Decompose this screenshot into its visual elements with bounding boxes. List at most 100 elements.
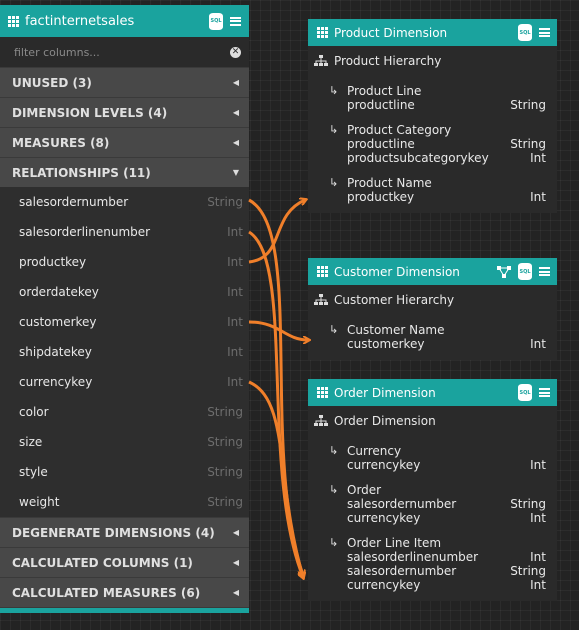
attribute-name: salesordernumber [347, 564, 457, 578]
level-item[interactable]: Order Line Item salesorderlinenumberInt … [308, 528, 557, 601]
level-attribute: customerkey Int [329, 337, 546, 351]
sql-icon[interactable]: SQL [209, 12, 223, 30]
attribute-name: salesordernumber [347, 497, 457, 511]
hierarchy-icon [314, 415, 328, 426]
fact-table-title: factinternetsales [25, 13, 135, 29]
field-row[interactable]: currencykey Int [0, 367, 249, 397]
table-icon [317, 27, 328, 38]
level-attribute: salesorderlinenumber Int [329, 550, 546, 564]
sql-icon[interactable]: SQL [518, 24, 532, 41]
dimension-title: Customer Dimension [334, 264, 460, 279]
attribute-type: Int [530, 151, 546, 165]
attribute-name: productsubcategorykey [347, 151, 489, 165]
fact-table-footer-bar [0, 608, 249, 613]
attribute-type: String [510, 137, 546, 151]
hierarchy-name: Product Hierarchy [334, 54, 442, 68]
field-type: Int [227, 375, 243, 389]
caret-left-icon: ◀ [232, 108, 239, 117]
hierarchy-row[interactable]: Product Hierarchy [308, 46, 557, 76]
field-name: productkey [19, 255, 87, 269]
level-item[interactable]: Product Name productkey Int [308, 168, 557, 213]
link-salesorderlinenumber-to-order-dimension [248, 230, 303, 577]
field-type: String [207, 495, 243, 509]
table-icon [317, 266, 328, 277]
field-name: currencykey [19, 375, 93, 389]
level-item[interactable]: Currency currencykey Int [308, 436, 557, 475]
caret-left-icon: ◀ [232, 78, 239, 87]
customer-dimension-header[interactable]: Customer Dimension SQL [308, 258, 557, 285]
section-dimension-levels[interactable]: DIMENSION LEVELS (4) ◀ [0, 97, 249, 127]
field-type: String [207, 405, 243, 419]
section-relationships[interactable]: RELATIONSHIPS (11) ▼ [0, 157, 249, 187]
attribute-name: productkey [347, 190, 415, 204]
section-label: DIMENSION LEVELS (4) [12, 105, 168, 120]
caret-down-icon: ▼ [232, 168, 239, 177]
level-attribute: productline String [329, 98, 546, 112]
section-measures[interactable]: MEASURES (8) ◀ [0, 127, 249, 157]
caret-left-icon: ◀ [232, 558, 239, 567]
level-attribute: currencykey Int [329, 458, 546, 472]
level-item[interactable]: Customer Name customerkey Int [308, 315, 557, 360]
level-attribute: salesordernumber String [329, 497, 546, 511]
level-attribute: salesordernumber String [329, 564, 546, 578]
customer-dimension-card: Customer Dimension SQL Customer Hierarch… [308, 258, 557, 360]
field-row[interactable]: salesordernumber String [0, 187, 249, 217]
hierarchy-row[interactable]: Customer Hierarchy [308, 285, 557, 315]
level-name: Currency [329, 444, 546, 458]
attribute-name: currencykey [347, 458, 421, 472]
field-name: color [19, 405, 49, 419]
section-label: CALCULATED MEASURES (6) [12, 585, 201, 600]
order-dimension-header[interactable]: Order Dimension SQL [308, 379, 557, 406]
section-calculated-measures[interactable]: CALCULATED MEASURES (6) ◀ [0, 577, 249, 607]
section-degenerate-dimensions[interactable]: DEGENERATE DIMENSIONS (4) ◀ [0, 517, 249, 547]
field-row[interactable]: shipdatekey Int [0, 337, 249, 367]
level-item[interactable]: Order salesordernumber String currencykey… [308, 475, 557, 528]
caret-left-icon: ◀ [232, 528, 239, 537]
field-row[interactable]: productkey Int [0, 247, 249, 277]
field-row[interactable]: orderdatekey Int [0, 277, 249, 307]
attribute-name: productline [347, 137, 415, 151]
hierarchy-row[interactable]: Order Dimension [308, 406, 557, 436]
field-name: customerkey [19, 315, 97, 329]
menu-icon[interactable] [539, 267, 550, 276]
section-unused[interactable]: UNUSED (3) ◀ [0, 67, 249, 97]
level-item[interactable]: Product Line productline String [308, 76, 557, 115]
link-currencykey-to-order-dimension [248, 380, 303, 577]
link-customerkey-to-customer-dimension [248, 320, 308, 340]
field-row[interactable]: customerkey Int [0, 307, 249, 337]
field-row[interactable]: style String [0, 457, 249, 487]
level-name: Product Line [329, 84, 546, 98]
field-row[interactable]: color String [0, 397, 249, 427]
filter-columns-input[interactable] [12, 44, 230, 60]
field-row[interactable]: size String [0, 427, 249, 457]
attribute-type: Int [530, 337, 546, 351]
network-icon[interactable] [497, 265, 511, 278]
field-row[interactable]: salesorderlinenumber Int [0, 217, 249, 247]
menu-icon[interactable] [539, 388, 550, 397]
fact-table-header[interactable]: factinternetsales SQL [0, 5, 249, 37]
product-dimension-header[interactable]: Product Dimension SQL [308, 19, 557, 46]
table-icon [8, 15, 19, 27]
field-name: size [19, 435, 43, 449]
level-name: Order [329, 483, 546, 497]
order-dimension-card: Order Dimension SQL Order Dimension Curr… [308, 379, 557, 601]
section-label: CALCULATED COLUMNS (1) [12, 555, 193, 570]
clear-filter-icon[interactable]: ✕ [230, 46, 241, 58]
field-type: String [207, 435, 243, 449]
sql-icon[interactable]: SQL [518, 384, 532, 401]
hierarchy-name: Order Dimension [334, 414, 436, 428]
field-type: Int [227, 315, 243, 329]
sql-icon[interactable]: SQL [518, 263, 532, 280]
level-item[interactable]: Product Category productline String produ… [308, 115, 557, 168]
menu-icon[interactable] [539, 28, 550, 37]
field-type: Int [227, 345, 243, 359]
field-row[interactable]: weight String [0, 487, 249, 517]
field-type: Int [227, 255, 243, 269]
table-icon [317, 387, 328, 398]
attribute-type: String [510, 98, 546, 112]
link-productkey-to-product-dimension [248, 200, 305, 264]
hierarchy-icon [314, 55, 328, 66]
section-calculated-columns[interactable]: CALCULATED COLUMNS (1) ◀ [0, 547, 249, 577]
menu-icon[interactable] [230, 16, 241, 26]
section-label: RELATIONSHIPS (11) [12, 165, 151, 180]
